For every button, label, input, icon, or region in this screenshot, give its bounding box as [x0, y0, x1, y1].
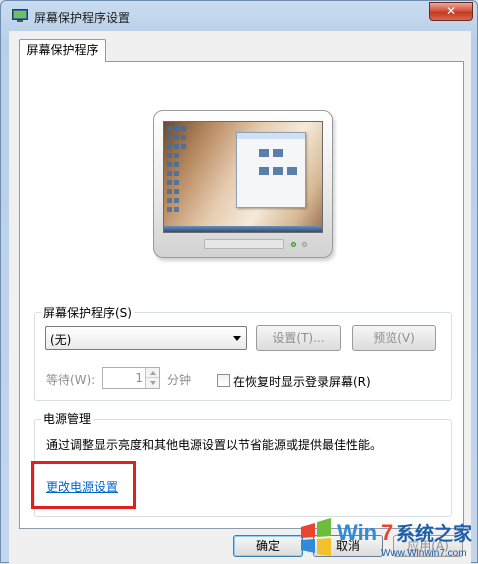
desktop-icon — [174, 144, 179, 149]
windows-flag-icon — [301, 518, 331, 556]
chevron-down-icon — [233, 336, 241, 341]
power-group-label: 电源管理 — [41, 410, 94, 427]
desktop-icon — [167, 153, 172, 158]
mini-thumbnail — [273, 149, 283, 157]
monitor-preview — [153, 110, 333, 258]
desktop-icon — [167, 162, 172, 167]
mini-window — [236, 132, 306, 208]
ok-button[interactable]: 确定 — [233, 535, 303, 557]
mini-thumbnail — [259, 149, 269, 157]
resume-login-label[interactable]: 在恢复时显示登录屏幕(R) — [233, 373, 371, 390]
display-settings-icon — [12, 9, 28, 22]
desktop-icon — [181, 144, 186, 149]
desktop-icon — [174, 126, 179, 131]
wait-label: 等待(W): — [46, 373, 96, 387]
screensaver-selected-value: (无) — [50, 333, 72, 347]
desktop-icon — [167, 144, 172, 149]
desktop-icon — [174, 207, 179, 212]
desktop-icon — [174, 135, 179, 140]
mini-window-titlebar — [237, 133, 305, 139]
monitor-base — [204, 239, 284, 249]
tab-screensaver[interactable]: 屏幕保护程序 — [19, 39, 106, 62]
arrow-down-icon — [150, 381, 156, 385]
desktop-icon — [174, 171, 179, 176]
wait-value: 1 — [135, 371, 143, 385]
desktop-icon — [167, 198, 172, 203]
monitor-button-icon — [302, 242, 307, 247]
desktop-icon — [174, 162, 179, 167]
close-icon: ✕ — [445, 4, 457, 18]
title-bar: 屏幕保护程序设置 ✕ — [1, 1, 477, 31]
svg-text:Win: Win — [337, 520, 377, 545]
desktop-icon — [167, 189, 172, 194]
svg-text:Www.Winwin7.com: Www.Winwin7.com — [381, 548, 467, 559]
preview-taskbar — [164, 226, 322, 232]
highlight-annotation — [31, 461, 136, 509]
mini-thumbnail — [273, 167, 283, 175]
svg-text:7: 7 — [381, 520, 393, 545]
desktop-icon — [167, 180, 172, 185]
desktop-icon — [167, 207, 172, 212]
arrow-up-icon — [150, 371, 156, 375]
close-button[interactable]: ✕ — [429, 2, 473, 21]
desktop-icon — [181, 126, 186, 131]
desktop-icon — [174, 189, 179, 194]
mini-thumbnail — [259, 167, 269, 175]
desktop-icon — [174, 180, 179, 185]
desktop-icon — [174, 198, 179, 203]
watermark-logo: Win 7 系统之家 Www.Winwin7.com — [301, 518, 473, 559]
mini-thumbnail — [287, 167, 297, 175]
dialog-window: 屏幕保护程序设置 ✕ 屏幕保护程序 屏幕保护程序(S) (无) 设置(T)...… — [0, 0, 478, 564]
wait-unit-label: 分钟 — [167, 373, 192, 387]
preview-button[interactable]: 预览(V) — [352, 325, 436, 351]
settings-button[interactable]: 设置(T)... — [256, 325, 341, 351]
desktop-icon — [174, 153, 179, 158]
power-description: 通过调整显示亮度和其他电源设置以节省能源或提供最佳性能。 — [46, 438, 383, 452]
preview-screen — [163, 121, 323, 233]
screensaver-dropdown[interactable]: (无) — [45, 326, 247, 350]
desktop-icon — [167, 126, 172, 131]
window-title: 屏幕保护程序设置 — [34, 11, 131, 25]
wait-minutes-stepper[interactable]: 1 — [102, 367, 160, 389]
screensaver-group-label: 屏幕保护程序(S) — [41, 304, 134, 321]
desktop-icon — [167, 135, 172, 140]
svg-text:系统之家: 系统之家 — [396, 522, 473, 545]
power-led-icon — [291, 242, 296, 247]
stepper-up-button[interactable] — [145, 368, 159, 378]
desktop-icon — [167, 171, 172, 176]
desktop-icon — [181, 135, 186, 140]
resume-login-checkbox[interactable] — [217, 374, 230, 387]
stepper-down-button[interactable] — [145, 378, 159, 388]
